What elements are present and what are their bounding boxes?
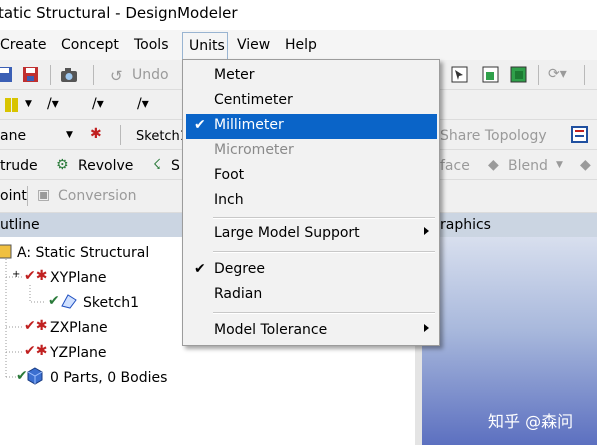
- graphics-title: raphics: [440, 217, 491, 233]
- menu-separator: [213, 217, 435, 219]
- menu-concept[interactable]: Concept: [61, 37, 119, 53]
- revolve-button[interactable]: Revolve: [78, 158, 133, 174]
- watermark: 知乎 @森问: [488, 412, 574, 431]
- submenu-arrow-icon: [424, 227, 429, 235]
- toolbar-separator: [93, 65, 94, 85]
- menu-item-label: Radian: [214, 286, 263, 302]
- toolbar-separator: [27, 186, 28, 206]
- menu-view[interactable]: View: [237, 37, 270, 53]
- parts-icon: [27, 367, 43, 385]
- units-menu-item-radian[interactable]: Radian: [183, 283, 439, 308]
- save-as-icon[interactable]: [22, 66, 40, 84]
- sketch-icon: [61, 294, 77, 309]
- tree-item-parts[interactable]: 0 Parts, 0 Bodies: [50, 370, 167, 386]
- select-face-icon[interactable]: [482, 66, 500, 84]
- save-icon[interactable]: [0, 66, 14, 84]
- check-icon: ✔: [194, 261, 206, 277]
- line-tool3-icon[interactable]: /▾: [137, 96, 149, 112]
- menu-item-label: Foot: [214, 167, 245, 183]
- project-icon: [0, 244, 12, 259]
- revolve-icon: ⚙: [56, 157, 69, 173]
- units-menu: Meter Centimeter ✔ Millimeter Micrometer…: [182, 59, 440, 346]
- sweep-button[interactable]: S: [171, 158, 180, 174]
- menu-units-label: Units: [189, 38, 225, 54]
- tree-item-zxplane[interactable]: ZXPlane: [50, 320, 108, 336]
- line-tool2-icon[interactable]: /▾: [92, 96, 104, 112]
- toolbar-separator: [584, 65, 585, 85]
- graphics-header: raphics: [422, 213, 597, 237]
- extrude-button[interactable]: trude: [0, 158, 38, 174]
- menu-item-label: Model Tolerance: [214, 322, 328, 338]
- units-menu-item-millimeter[interactable]: ✔ Millimeter: [186, 114, 437, 139]
- menu-item-label: Micrometer: [214, 142, 294, 158]
- menu-item-label: Large Model Support: [214, 225, 360, 241]
- menu-help[interactable]: Help: [285, 37, 317, 53]
- menu-item-label: Millimeter: [214, 117, 284, 133]
- sketch-select[interactable]: Sketch1: [136, 129, 188, 144]
- toolbar-separator: [50, 65, 51, 85]
- units-menu-item-foot[interactable]: Foot: [183, 164, 439, 189]
- expand-icon[interactable]: +: [12, 269, 20, 280]
- toolbar-separator: [120, 125, 121, 145]
- units-menu-item-inch[interactable]: Inch: [183, 189, 439, 214]
- parameters-icon[interactable]: [571, 126, 589, 144]
- chamfer-icon[interactable]: ◆: [580, 157, 591, 173]
- menu-item-label: Inch: [214, 192, 244, 208]
- units-menu-item-centimeter[interactable]: Centimeter: [183, 89, 439, 114]
- tree-item-xyplane[interactable]: XYPlane: [50, 270, 107, 286]
- plane-icon: ✔✱: [24, 318, 48, 334]
- tree-item-sketch1[interactable]: Sketch1: [83, 295, 139, 311]
- title-bar: tatic Structural - DesignModeler: [0, 0, 597, 30]
- camera-icon[interactable]: [60, 66, 78, 84]
- menu-units[interactable]: Units: [182, 32, 228, 60]
- new-plane-icon[interactable]: ✱: [90, 126, 102, 142]
- chevron-down-icon[interactable]: ▼: [66, 130, 73, 140]
- conversion-button[interactable]: Conversion: [58, 188, 137, 204]
- menu-item-label: Centimeter: [214, 92, 293, 108]
- selection-filter-icon[interactable]: ⟳▾: [548, 66, 567, 82]
- tree-item-static-structural[interactable]: A: Static Structural: [17, 245, 149, 261]
- units-menu-item-degree[interactable]: ✔ Degree: [183, 258, 439, 283]
- menu-item-label: Degree: [214, 261, 265, 277]
- line-tool-icon[interactable]: /▾: [47, 96, 59, 112]
- plane-icon: ✔✱: [24, 268, 48, 284]
- conversion-icon: ▣: [37, 187, 51, 203]
- window-title: tatic Structural - DesignModeler: [0, 4, 238, 22]
- point-button[interactable]: oint: [0, 188, 27, 204]
- outline-title: utline: [0, 217, 40, 233]
- select-point-icon[interactable]: [451, 66, 469, 84]
- units-menu-item-meter[interactable]: Meter: [183, 64, 439, 89]
- tree-item-yzplane[interactable]: YZPlane: [50, 345, 107, 361]
- chevron-down-icon[interactable]: ▼: [556, 160, 563, 170]
- sweep-icon: ☇: [153, 157, 162, 173]
- undo-button[interactable]: Undo: [132, 67, 169, 83]
- submenu-arrow-icon: [424, 324, 429, 332]
- units-menu-item-micrometer: Micrometer: [183, 139, 439, 164]
- check-icon: ✔: [194, 117, 206, 133]
- menu-separator: [213, 251, 435, 253]
- menu-bar: Create Concept Tools View Help: [0, 30, 597, 60]
- plane-select[interactable]: ane: [0, 128, 26, 144]
- display-mode-icon[interactable]: [4, 96, 22, 114]
- menu-tools[interactable]: Tools: [134, 37, 169, 53]
- blend-button[interactable]: Blend: [508, 158, 548, 174]
- chevron-down-icon[interactable]: ▼: [25, 99, 32, 109]
- undo-icon[interactable]: ↺: [110, 67, 123, 85]
- menu-item-label: Meter: [214, 67, 255, 83]
- plane-icon: ✔✱: [24, 343, 48, 359]
- share-topology-button[interactable]: Share Topology: [440, 128, 547, 144]
- select-body-icon[interactable]: [510, 66, 528, 84]
- skin-loft-button[interactable]: face: [440, 158, 470, 174]
- blend-icon: ◆: [488, 157, 499, 173]
- toolbar-separator: [538, 65, 539, 85]
- menu-separator: [213, 312, 435, 314]
- menu-create[interactable]: Create: [0, 37, 47, 53]
- sketch-icon: ✔: [48, 293, 60, 309]
- units-menu-item-model-tolerance[interactable]: Model Tolerance: [183, 319, 439, 344]
- units-menu-item-large-model-support[interactable]: Large Model Support: [183, 222, 439, 247]
